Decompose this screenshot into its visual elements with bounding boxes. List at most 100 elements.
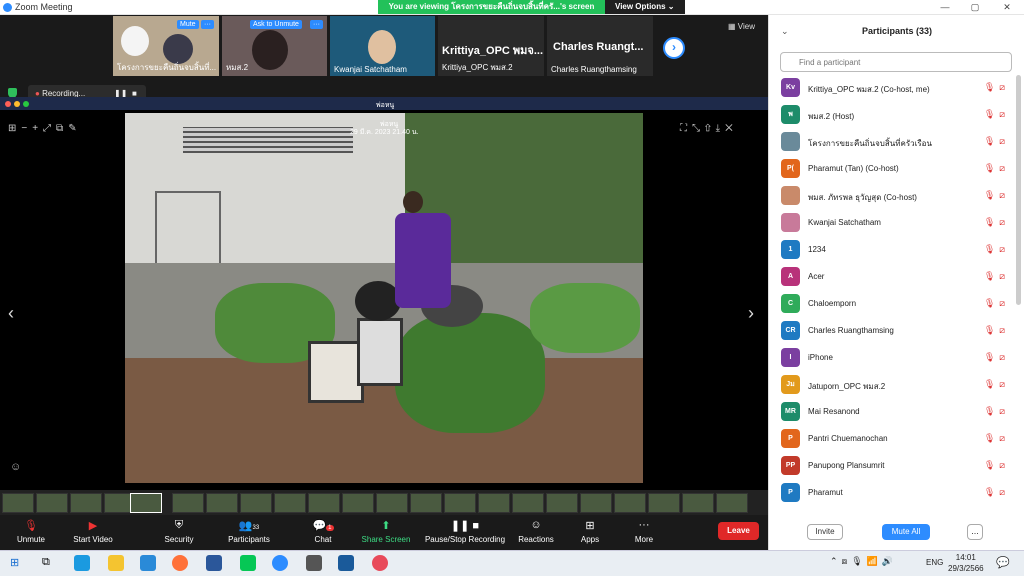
mute-all-button[interactable]: Mute All [882, 524, 930, 540]
participant-row[interactable]: PP Panupong Plansumrit 🎙⧄ [781, 453, 1013, 480]
close-icon[interactable]: ✕ [997, 1, 1017, 14]
participant-row[interactable]: Kv Krittiya_OPC พมส.2 (Co-host, me) 🎙⧄ [781, 75, 1013, 102]
film-thumb[interactable] [410, 493, 442, 513]
participant-row[interactable]: P Pantri Chuemanochan 🎙⧄ [781, 426, 1013, 453]
maximize-icon[interactable]: ▢ [965, 1, 985, 14]
film-thumb[interactable] [512, 493, 544, 513]
mail-icon[interactable] [140, 555, 156, 571]
microphone-muted-icon[interactable]: 🎙⧄ [984, 163, 1009, 174]
clock[interactable]: 14:01 29/3/2566 [948, 552, 984, 574]
mute-button[interactable]: Mute [177, 20, 199, 29]
windows-start-icon[interactable]: ⊞ [10, 556, 19, 569]
chevron-down-icon[interactable]: ⌄ [781, 26, 789, 37]
participant-row[interactable]: Kwanjai Satchatham 🎙⧄ [781, 210, 1013, 237]
microphone-muted-icon[interactable]: 🎙⧄ [984, 352, 1009, 363]
chat-button[interactable]: 💬 1 Chat [304, 519, 342, 544]
participant-row[interactable]: CR Charles Ruangthamsing 🎙⧄ [781, 318, 1013, 345]
microphone-muted-icon[interactable]: 🎙⧄ [984, 460, 1009, 471]
language-indicator[interactable]: ENG [926, 558, 943, 567]
line-icon[interactable] [240, 555, 256, 571]
microphone-muted-icon[interactable]: 🎙⧄ [984, 433, 1009, 444]
participant-thumb-2[interactable]: Ask to Unmute ··· หมส.2 [221, 15, 328, 77]
emoji-icon[interactable]: ☺ [10, 461, 21, 473]
edge-icon[interactable] [74, 555, 90, 571]
settings-icon[interactable] [306, 555, 322, 571]
film-thumb[interactable] [240, 493, 272, 513]
photos-icon[interactable] [338, 555, 354, 571]
participant-row[interactable]: Jม Jatuporn_OPC พมส.2 🎙⧄ [781, 372, 1013, 399]
film-thumb[interactable] [682, 493, 714, 513]
pause-stop-recording-button[interactable]: ❚❚ ■ Pause/Stop Recording [420, 519, 510, 544]
unmute-button[interactable]: 🎙 Unmute [8, 519, 54, 544]
reactions-button[interactable]: ☺ Reactions [514, 519, 558, 544]
microphone-muted-icon[interactable]: 🎙⧄ [984, 271, 1009, 282]
zoom-icon[interactable] [272, 555, 288, 571]
film-thumb[interactable] [478, 493, 510, 513]
film-thumb[interactable] [716, 493, 748, 513]
viewer-tools-right[interactable]: ⛶⤡⇧⤓✕ [680, 123, 738, 134]
film-thumb[interactable] [546, 493, 578, 513]
leave-button[interactable]: Leave [718, 522, 759, 540]
participant-thumb-4[interactable]: Krittiya_OPC พมจ... Krittiya_OPC พมส.2 [437, 15, 545, 77]
participants-button[interactable]: 👥33 Participants [222, 519, 276, 544]
participant-row[interactable]: P Pharamut 🎙⧄ [781, 480, 1013, 507]
microphone-muted-icon[interactable]: 🎙⧄ [984, 82, 1009, 93]
security-button[interactable]: ⛨ Security [156, 519, 202, 544]
notification-icon[interactable]: 💬 [996, 556, 1010, 569]
participant-thumb-1[interactable]: Mute ··· โครงการขยะคืนถิ่นจบสิ้นที่... [112, 15, 220, 77]
more-button[interactable]: ··· More [626, 519, 662, 544]
invite-button[interactable]: Invite [807, 524, 843, 540]
participant-row[interactable]: โครงการขยะคืนถิ่นจบสิ้นที่ครัวเรือน 🎙⧄ [781, 129, 1013, 156]
film-thumb[interactable] [444, 493, 476, 513]
film-thumb[interactable] [648, 493, 680, 513]
participant-row[interactable]: A Acer 🎙⧄ [781, 264, 1013, 291]
microphone-muted-icon[interactable]: 🎙⧄ [984, 109, 1009, 120]
microphone-muted-icon[interactable]: 🎙⧄ [984, 190, 1009, 201]
film-thumb[interactable] [342, 493, 374, 513]
participant-row[interactable]: MR Mai Resanond 🎙⧄ [781, 399, 1013, 426]
film-thumb[interactable] [580, 493, 612, 513]
microphone-muted-icon[interactable]: 🎙⧄ [984, 379, 1009, 390]
film-thumb-selected[interactable] [130, 493, 162, 513]
microphone-muted-icon[interactable]: 🎙⧄ [984, 136, 1009, 147]
film-thumb[interactable] [2, 493, 34, 513]
minimize-icon[interactable]: — [935, 1, 955, 14]
participant-row[interactable]: พ พมส.2 (Host) 🎙⧄ [781, 102, 1013, 129]
microphone-muted-icon[interactable]: 🎙⧄ [984, 487, 1009, 498]
participant-row[interactable]: 1 1234 🎙⧄ [781, 237, 1013, 264]
app-icon[interactable] [372, 555, 388, 571]
film-thumb[interactable] [308, 493, 340, 513]
film-thumb[interactable] [614, 493, 646, 513]
microphone-muted-icon[interactable]: 🎙⧄ [984, 406, 1009, 417]
film-thumb[interactable] [274, 493, 306, 513]
system-tray-icons[interactable]: ⌃⧈🎙📶🔊 [830, 556, 897, 567]
participant-row[interactable]: P(Pharamut (Tan) (Co-host) 🎙⧄ [781, 156, 1013, 183]
more-options-button[interactable]: ... [967, 524, 983, 540]
film-thumb[interactable] [206, 493, 238, 513]
participant-thumb-3[interactable]: Kwanjai Satchatham [329, 15, 436, 77]
scrollbar[interactable] [1016, 75, 1021, 305]
microphone-muted-icon[interactable]: 🎙⧄ [984, 217, 1009, 228]
firefox-icon[interactable] [172, 555, 188, 571]
next-photo-icon[interactable]: › [748, 303, 754, 324]
more-icon[interactable]: ··· [310, 20, 323, 29]
next-page-icon[interactable]: › [663, 37, 685, 59]
film-thumb[interactable] [36, 493, 68, 513]
participant-row[interactable]: C Chaloemporn 🎙⧄ [781, 291, 1013, 318]
viewer-tools[interactable]: ⊞−+⤢⧉✎ [8, 123, 82, 134]
view-button[interactable]: ▦ View [728, 22, 755, 31]
file-explorer-icon[interactable] [108, 555, 124, 571]
microphone-muted-icon[interactable]: 🎙⧄ [984, 325, 1009, 336]
participant-row[interactable]: พมส. ภัทรพล ธุวัญสุด (Co-host) 🎙⧄ [781, 183, 1013, 210]
film-thumb[interactable] [172, 493, 204, 513]
participant-thumb-5[interactable]: Charles Ruangt... Charles Ruangthamsing [546, 15, 654, 77]
apps-button[interactable]: ⊞ Apps [572, 519, 608, 544]
prev-photo-icon[interactable]: ‹ [8, 303, 14, 324]
more-icon[interactable]: ··· [201, 20, 214, 29]
film-thumb[interactable] [70, 493, 102, 513]
microphone-muted-icon[interactable]: 🎙⧄ [984, 244, 1009, 255]
participant-row[interactable]: IiPhone 🎙⧄ [781, 345, 1013, 372]
view-options-button[interactable]: View Options ⌄ [605, 0, 685, 14]
share-screen-button[interactable]: ⬆ Share Screen [358, 519, 414, 544]
search-input[interactable] [780, 52, 1012, 72]
